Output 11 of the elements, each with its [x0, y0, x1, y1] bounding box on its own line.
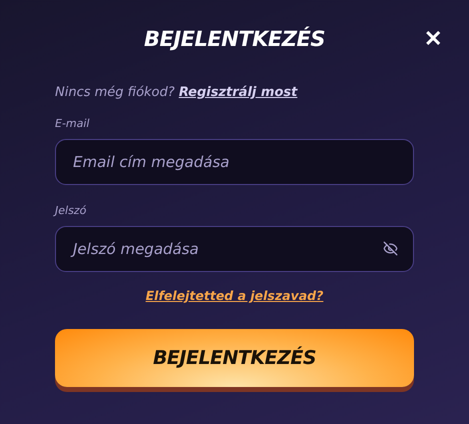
dialog-title: BEJELENTKEZÉS: [144, 27, 325, 51]
register-link[interactable]: Regisztrálj most: [178, 85, 298, 100]
field-label: E-mail: [55, 117, 90, 130]
close-button[interactable]: ✕: [424, 27, 442, 51]
forgot-password-link[interactable]: Elfelejtetted a jelszavad?: [146, 288, 324, 303]
password-field[interactable]: Jelszó megadása: [55, 226, 414, 272]
eye-off-icon[interactable]: [383, 241, 398, 256]
register-prompt: Nincs még fiókod? Regisztrálj most: [55, 85, 299, 100]
field-label: Jelszó: [55, 204, 86, 217]
email-field[interactable]: Email cím megadása: [55, 139, 414, 185]
login-button[interactable]: BEJELENTKEZÉS: [55, 329, 414, 387]
